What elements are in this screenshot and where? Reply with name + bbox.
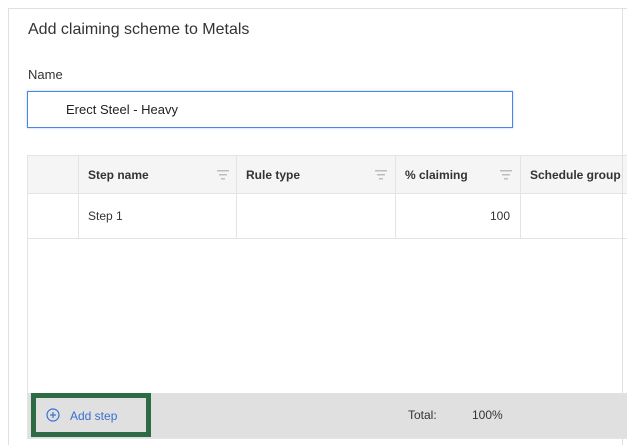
table-row[interactable]: Step 1 100 — [28, 194, 627, 239]
dialog-title: Add claiming scheme to Metals — [28, 21, 250, 38]
cell-schedule-group[interactable] — [521, 194, 627, 238]
filter-icon[interactable] — [375, 170, 387, 180]
name-input[interactable] — [27, 91, 513, 128]
column-label-step-name: Step name — [88, 168, 149, 182]
claiming-scheme-dialog: Add claiming scheme to Metals Name Step … — [8, 8, 627, 445]
row-selector-header — [28, 156, 79, 193]
column-label-rule-type: Rule type — [246, 168, 301, 182]
dialog-right-edge — [622, 8, 627, 445]
name-label: Name — [28, 67, 63, 82]
filter-icon[interactable] — [500, 170, 512, 180]
cell-step-name[interactable]: Step 1 — [79, 194, 237, 238]
claiming-value: 100 — [489, 209, 510, 223]
grid-header: Step name Rule type % claiming Schedule … — [28, 156, 627, 194]
step-name-value: Step 1 — [88, 209, 123, 223]
filter-icon[interactable] — [217, 170, 229, 180]
grid-footer: Add step Total: 100% — [28, 393, 627, 438]
total-label: Total: — [408, 408, 437, 422]
steps-grid: Step name Rule type % claiming Schedule … — [27, 155, 627, 439]
add-step-button[interactable]: Add step — [31, 393, 151, 437]
column-header-claiming[interactable]: % claiming — [396, 156, 521, 193]
cell-claiming[interactable]: 100 — [396, 194, 521, 238]
column-header-step-name[interactable]: Step name — [79, 156, 237, 193]
column-header-rule-type[interactable]: Rule type — [237, 156, 396, 193]
column-label-schedule-group: Schedule group — [530, 168, 621, 182]
column-header-schedule-group[interactable]: Schedule group — [521, 156, 627, 193]
row-selector-cell[interactable] — [28, 194, 79, 238]
total-value: 100% — [472, 408, 503, 422]
column-label-claiming: % claiming — [405, 168, 468, 182]
cell-rule-type[interactable] — [237, 194, 396, 238]
plus-circle-icon — [46, 408, 60, 422]
add-step-label: Add step — [70, 409, 118, 423]
